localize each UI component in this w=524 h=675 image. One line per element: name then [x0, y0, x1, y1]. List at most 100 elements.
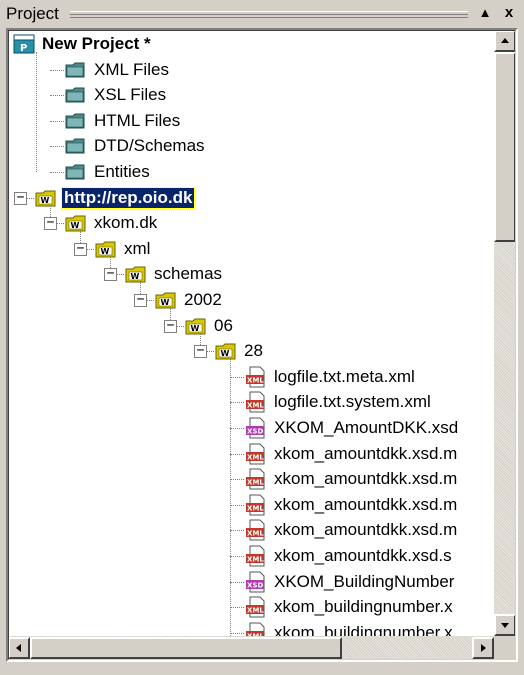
tree-connector: [230, 479, 244, 481]
svg-text:W: W: [221, 349, 230, 358]
project-panel: P New Project * XML Files XSL Files HTML Fil…: [6, 28, 518, 662]
node-label[interactable]: logfile.txt.meta.xml: [272, 367, 417, 387]
file-node[interactable]: XSD XKOM_AmountDKK.xsd: [10, 416, 494, 440]
node-label[interactable]: XKOM_BuildingNumber: [272, 572, 456, 592]
folder-node[interactable]: − Wxkom.dk: [10, 211, 494, 235]
tree-connector: [230, 530, 244, 532]
file-node[interactable]: XML xkom_buildingnumber.x: [10, 621, 494, 636]
folder-node[interactable]: − W 2002: [10, 288, 494, 312]
folder-node[interactable]: − W 06: [10, 314, 494, 338]
close-button[interactable]: x: [500, 4, 518, 22]
horizontal-scrollbar[interactable]: [8, 636, 494, 660]
file-node[interactable]: XML xkom_buildingnumber.x: [10, 595, 494, 619]
file-node[interactable]: XML xkom_amountdkk.xsd.s: [10, 544, 494, 568]
horizontal-scroll-thumb[interactable]: [30, 637, 342, 659]
node-label[interactable]: schemas: [152, 264, 224, 284]
node-label[interactable]: http://rep.oio.dk: [60, 186, 196, 209]
file-node[interactable]: XML xkom_amountdkk.xsd.m: [10, 493, 494, 517]
node-label[interactable]: DTD/Schemas: [92, 136, 207, 156]
svg-text:XML: XML: [247, 402, 264, 410]
collapse-toggle[interactable]: −: [194, 344, 207, 359]
project-root-node[interactable]: P New Project *: [10, 32, 494, 56]
tree-guide: [80, 231, 81, 243]
node-label[interactable]: XML Files: [92, 60, 171, 80]
collapse-toggle[interactable]: −: [74, 242, 87, 256]
folder-node[interactable]: XSL Files: [10, 83, 494, 107]
web-folder-icon: W: [184, 314, 208, 338]
folder-node[interactable]: DTD/Schemas: [10, 134, 494, 158]
scroll-down-button[interactable]: [494, 614, 516, 636]
collapse-toggle[interactable]: −: [44, 216, 57, 231]
xml-file-icon: XML: [244, 518, 268, 542]
file-node[interactable]: XML xkom_amountdkk.xsd.m: [10, 467, 494, 491]
scroll-up-button[interactable]: [494, 30, 516, 52]
tree-guide-root: [36, 52, 37, 172]
arrow-up-icon: [501, 38, 509, 43]
xml-file-icon: XML: [244, 365, 268, 389]
tree-connector: [230, 581, 244, 583]
node-label[interactable]: xkom_buildingnumber.x: [272, 597, 455, 617]
tree-connector: [230, 504, 244, 506]
folder-icon: [64, 58, 88, 82]
collapse-toggle[interactable]: −: [134, 293, 147, 307]
folder-node[interactable]: − Wxml: [10, 237, 494, 261]
file-node[interactable]: XSD XKOM_BuildingNumber: [10, 570, 494, 594]
xml-file-icon: XML: [244, 595, 268, 619]
tree-connector: [50, 172, 64, 173]
project-icon: P: [12, 32, 36, 56]
node-label[interactable]: xkom_amountdkk.xsd.m: [272, 444, 459, 464]
node-label[interactable]: 2002: [182, 290, 224, 310]
folder-node[interactable]: − W 28: [10, 339, 494, 363]
web-folder-icon: W: [34, 186, 58, 210]
scroll-left-button[interactable]: [8, 637, 30, 659]
folder-node[interactable]: Entities: [10, 160, 494, 184]
xml-file-icon: XML: [244, 467, 268, 491]
node-label[interactable]: xkom_amountdkk.xsd.m: [272, 495, 459, 515]
folder-node[interactable]: XML Files: [10, 58, 494, 82]
node-label[interactable]: xkom.dk: [92, 213, 159, 233]
svg-text:XML: XML: [247, 479, 264, 487]
svg-text:W: W: [131, 272, 140, 281]
vertical-scroll-thumb[interactable]: [494, 52, 516, 242]
tree-connector: [50, 146, 64, 148]
svg-text:XML: XML: [247, 453, 264, 461]
file-node[interactable]: XML logfile.txt.meta.xml: [10, 365, 494, 389]
node-label[interactable]: logfile.txt.system.xml: [272, 392, 433, 412]
svg-text:XML: XML: [247, 530, 264, 538]
node-label[interactable]: xkom_buildingnumber.x: [272, 623, 455, 636]
collapse-up-button[interactable]: ▲: [476, 4, 494, 22]
node-label[interactable]: 28: [242, 341, 265, 361]
tree-connector: [50, 69, 64, 71]
node-label[interactable]: New Project *: [40, 34, 153, 54]
node-label[interactable]: xkom_amountdkk.xsd.s: [272, 546, 454, 566]
svg-text:XML: XML: [247, 504, 264, 512]
drag-grip[interactable]: [70, 11, 468, 18]
folder-node[interactable]: − Whttp://rep.oio.dk: [10, 186, 494, 210]
file-node[interactable]: XML xkom_amountdkk.xsd.m: [10, 518, 494, 542]
file-node[interactable]: XML xkom_amountdkk.xsd.m: [10, 442, 494, 466]
collapse-toggle[interactable]: −: [104, 267, 117, 282]
web-folder-icon: W: [154, 288, 178, 312]
tree-connector: [230, 428, 244, 429]
xml-file-icon: XML: [244, 621, 268, 636]
vertical-scrollbar[interactable]: [494, 30, 516, 636]
collapse-toggle[interactable]: −: [164, 319, 177, 333]
node-label[interactable]: xml: [122, 239, 152, 259]
node-label[interactable]: Entities: [92, 162, 152, 182]
arrow-down-icon: [501, 623, 509, 628]
arrow-left-icon: [16, 644, 21, 652]
node-label[interactable]: XKOM_AmountDKK.xsd: [272, 418, 460, 438]
node-label[interactable]: xkom_amountdkk.xsd.m: [272, 469, 459, 489]
folder-node[interactable]: HTML Files: [10, 109, 494, 133]
scroll-right-button[interactable]: [472, 637, 494, 659]
folder-node[interactable]: − Wschemas: [10, 262, 494, 286]
node-label[interactable]: XSL Files: [92, 85, 168, 105]
tree-guide: [50, 205, 51, 218]
node-label[interactable]: 06: [212, 316, 235, 336]
tree-connector: [50, 95, 64, 97]
node-label[interactable]: xkom_amountdkk.xsd.m: [272, 520, 459, 540]
node-label[interactable]: HTML Files: [92, 111, 182, 131]
file-node[interactable]: XML logfile.txt.system.xml: [10, 390, 494, 414]
collapse-toggle[interactable]: −: [14, 191, 27, 205]
tree-connector: [230, 402, 244, 404]
